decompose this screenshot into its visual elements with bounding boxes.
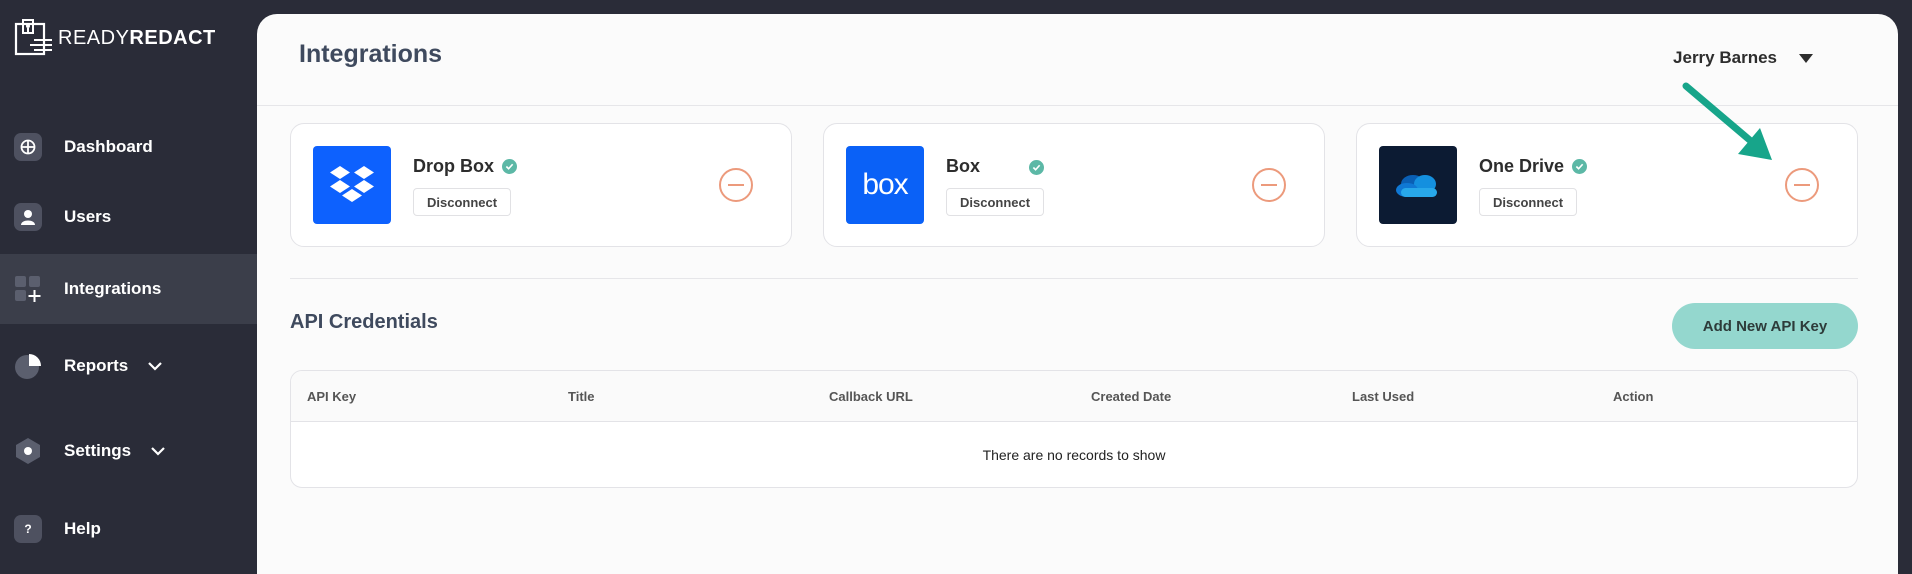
pie-chart-icon xyxy=(14,352,42,380)
page-title: Integrations xyxy=(299,40,443,68)
disconnect-button[interactable]: Disconnect xyxy=(946,188,1045,216)
column-header-title[interactable]: Title xyxy=(568,389,595,404)
page-header: Integrations Jerry Barnes xyxy=(257,14,1898,106)
verified-check-icon xyxy=(1572,159,1588,174)
verified-check-icon xyxy=(1029,160,1044,175)
sidebar-item-users[interactable]: Users xyxy=(0,182,257,252)
integration-name: One Drive xyxy=(1479,156,1588,177)
disconnect-button[interactable]: Disconnect xyxy=(1479,188,1578,216)
table-header: API Key Title Callback URL Created Date … xyxy=(291,371,1857,422)
sidebar-item-dashboard[interactable]: Dashboard xyxy=(0,112,257,182)
user-icon xyxy=(14,203,42,231)
brand-name-bold: REDACT xyxy=(129,26,216,49)
integration-card-onedrive: One Drive Disconnect xyxy=(1356,123,1858,247)
sidebar-item-reports[interactable]: Reports xyxy=(0,331,257,401)
sidebar-item-label: Dashboard xyxy=(64,137,153,156)
integration-name: Drop Box xyxy=(413,156,517,177)
section-divider xyxy=(290,278,1858,279)
sidebar-item-help[interactable]: ? Help xyxy=(0,494,257,564)
column-header-callback-url[interactable]: Callback URL xyxy=(829,389,913,404)
help-icon: ? xyxy=(14,515,42,543)
hexagon-icon xyxy=(14,437,42,465)
integrations-icon xyxy=(14,275,42,303)
add-api-key-button[interactable]: Add New API Key xyxy=(1672,303,1858,349)
onedrive-logo xyxy=(1379,146,1457,224)
sidebar-item-label: Settings xyxy=(64,441,132,460)
integration-card-dropbox: Drop Box Disconnect xyxy=(290,123,792,247)
main-panel: Integrations Jerry Barnes Drop Box Disco… xyxy=(257,14,1898,574)
integration-name-text: One Drive xyxy=(1479,156,1565,176)
brand-logo[interactable]: READYREDACT xyxy=(14,18,216,58)
chevron-down-icon[interactable] xyxy=(146,357,164,375)
api-credentials-table: API Key Title Callback URL Created Date … xyxy=(290,370,1858,488)
disconnect-button[interactable]: Disconnect xyxy=(413,188,512,216)
sidebar-item-integrations[interactable]: Integrations xyxy=(0,254,257,324)
sidebar-item-label: Integrations xyxy=(64,279,162,298)
svg-text:?: ? xyxy=(24,522,31,536)
chevron-down-icon[interactable] xyxy=(149,442,167,460)
empty-table-message: There are no records to show xyxy=(982,447,1166,463)
box-logo: box xyxy=(846,146,924,224)
remove-integration-button[interactable] xyxy=(719,168,753,202)
column-header-action[interactable]: Action xyxy=(1613,389,1653,404)
dashboard-icon xyxy=(14,133,42,161)
box-logo-text: box xyxy=(862,168,908,201)
remove-integration-button[interactable] xyxy=(1252,168,1286,202)
dropbox-logo xyxy=(313,146,391,224)
sidebar-item-label: Help xyxy=(64,519,101,538)
column-header-created-date[interactable]: Created Date xyxy=(1091,389,1171,404)
minus-icon xyxy=(1261,184,1277,186)
integration-name-text: Box xyxy=(946,156,981,176)
brand-name: READYREDACT xyxy=(58,27,216,50)
sidebar-item-label: Users xyxy=(64,207,112,226)
user-menu[interactable]: Jerry Barnes xyxy=(1673,48,1813,68)
minus-icon xyxy=(728,184,744,186)
brand-name-light: READY xyxy=(58,26,130,49)
verified-check-icon xyxy=(502,159,517,174)
integration-name: Box xyxy=(946,156,980,177)
redact-logo-icon xyxy=(14,18,54,58)
column-header-api-key[interactable]: API Key xyxy=(307,389,356,404)
column-header-last-used[interactable]: Last Used xyxy=(1352,389,1414,404)
caret-down-icon xyxy=(1799,53,1813,63)
sidebar: READYREDACT Dashboard Users Integrations… xyxy=(0,0,257,566)
integration-card-box: box Box Disconnect xyxy=(823,123,1325,247)
user-name: Jerry Barnes xyxy=(1673,48,1777,67)
sidebar-item-settings[interactable]: Settings xyxy=(0,416,257,486)
remove-integration-button[interactable] xyxy=(1785,168,1819,202)
minus-icon xyxy=(1794,184,1810,186)
integration-name-text: Drop Box xyxy=(413,156,494,176)
sidebar-item-label: Reports xyxy=(64,356,129,375)
api-credentials-title: API Credentials xyxy=(290,311,438,333)
